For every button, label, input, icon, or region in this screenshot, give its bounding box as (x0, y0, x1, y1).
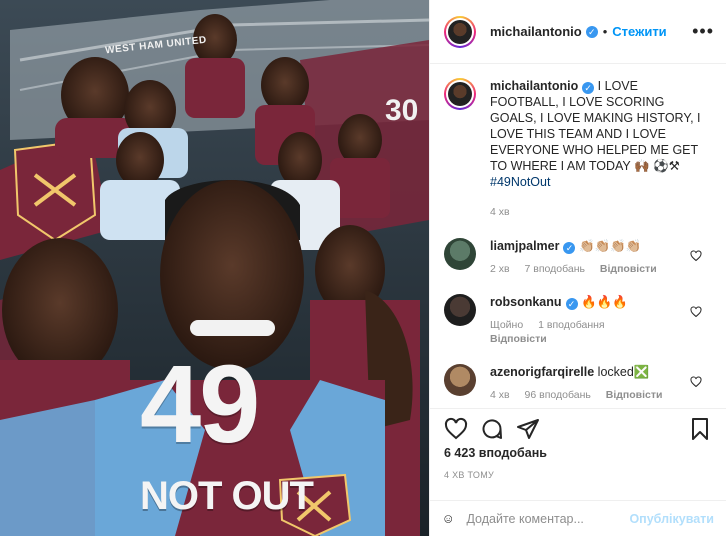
post-caption: michailantonio ✓ I LOVE FOOTBALL, I LOVE … (444, 78, 714, 220)
likes-count[interactable]: 6 423 вподобань (444, 446, 547, 460)
caption-time: 4 хв (490, 206, 510, 218)
post-details: michailantonio ✓ • Стежити ••• michailan… (429, 0, 726, 536)
follow-button[interactable]: Стежити (612, 24, 666, 39)
commenter-avatar[interactable] (444, 364, 476, 396)
comment-username[interactable]: robsonkanu (490, 295, 562, 309)
comment-username[interactable]: liamjpalmer (490, 239, 559, 253)
reply-button[interactable]: Відповісти (490, 333, 547, 345)
caption-username[interactable]: michailantonio (490, 79, 578, 93)
more-options-icon[interactable]: ••• (692, 21, 714, 42)
like-comment-heart-icon[interactable] (690, 376, 702, 388)
author-avatar[interactable] (444, 15, 476, 48)
instagram-post: 30 WEST HAM UNITED 49 NOT OUT michailant… (0, 0, 726, 536)
verified-badge-icon: ✓ (585, 25, 598, 38)
caption-text: I LOVE FOOTBALL, I LOVE SCORING GOALS, I… (490, 79, 701, 173)
comments-section: michailantonio ✓ I LOVE FOOTBALL, I LOVE … (430, 64, 726, 408)
publish-comment-button[interactable]: Опублікувати (629, 512, 714, 526)
reply-button[interactable]: Відповісти (600, 263, 657, 275)
commenter-avatar[interactable] (444, 238, 476, 270)
comment-meta: 2 хв 7 вподобань Відповісти (490, 262, 700, 276)
comment-text: 👏🏼👏🏼👏🏼👏🏼 (575, 239, 642, 253)
comment-time: Щойно (490, 319, 524, 331)
post-header: michailantonio ✓ • Стежити ••• (430, 0, 726, 64)
add-comment-bar: Опублікувати (430, 500, 726, 536)
comment-meta: Щойно 1 вподобання Відповісти (490, 318, 700, 346)
share-paper-plane-icon[interactable] (516, 417, 540, 441)
emoji-smiley-icon[interactable] (444, 507, 453, 531)
comment-body: robsonkanu ✓ 🔥🔥🔥 Щойно 1 вподобання Відпо… (490, 294, 700, 346)
caption-avatar[interactable] (444, 78, 476, 110)
comment-text: 🔥🔥🔥 (577, 295, 628, 309)
comment-bubble-icon[interactable] (480, 417, 504, 441)
separator-dot: • (602, 24, 608, 39)
post-image[interactable]: 30 WEST HAM UNITED 49 NOT OUT (0, 0, 429, 536)
avatar-photo (448, 82, 472, 106)
author-username[interactable]: michailantonio (490, 24, 582, 39)
like-heart-icon[interactable] (444, 417, 468, 441)
reply-button[interactable]: Відповісти (606, 389, 663, 401)
post-actions-bar (430, 408, 726, 448)
avatar-photo (448, 19, 472, 44)
verified-badge-icon: ✓ (565, 298, 578, 310)
comment-likes[interactable]: 96 вподобань (525, 389, 591, 401)
comment-item: robsonkanu ✓ 🔥🔥🔥 Щойно 1 вподобання Відпо… (444, 294, 714, 346)
like-comment-heart-icon[interactable] (690, 306, 702, 318)
like-comment-heart-icon[interactable] (690, 250, 702, 262)
comment-likes[interactable]: 1 вподобання (538, 319, 605, 331)
comment-input[interactable] (464, 510, 630, 527)
verified-badge-icon: ✓ (563, 242, 576, 254)
caption-hashtag[interactable]: #49NotOut (490, 175, 550, 189)
comment-time: 2 хв (490, 263, 510, 275)
comment-meta: 4 хв 96 вподобань Відповісти (490, 388, 700, 402)
comment-item: azenorigfarqirelle locked❎ 4 хв 96 вподо… (444, 364, 714, 402)
verified-badge-icon: ✓ (582, 82, 595, 94)
commenter-avatar[interactable] (444, 294, 476, 326)
comment-item: liamjpalmer ✓ 👏🏼👏🏼👏🏼👏🏼 2 хв 7 вподобань В… (444, 238, 714, 276)
graphic-number: 49 (140, 343, 260, 466)
comment-time: 4 хв (490, 389, 510, 401)
post-timestamp[interactable]: 4 ХВ ТОМУ (444, 470, 494, 480)
caption-body: michailantonio ✓ I LOVE FOOTBALL, I LOVE … (490, 78, 705, 220)
graphic-subtitle: NOT OUT (140, 474, 314, 518)
comment-body: liamjpalmer ✓ 👏🏼👏🏼👏🏼👏🏼 2 хв 7 вподобань В… (490, 238, 700, 276)
comment-likes[interactable]: 7 вподобань (525, 263, 585, 275)
comment-text: locked❎ (594, 365, 650, 379)
header-info: michailantonio ✓ • Стежити (490, 24, 667, 39)
save-bookmark-icon[interactable] (688, 417, 712, 441)
comment-username[interactable]: azenorigfarqirelle (490, 365, 594, 379)
svg-text:30: 30 (385, 94, 418, 127)
comment-body: azenorigfarqirelle locked❎ 4 хв 96 вподо… (490, 364, 700, 402)
